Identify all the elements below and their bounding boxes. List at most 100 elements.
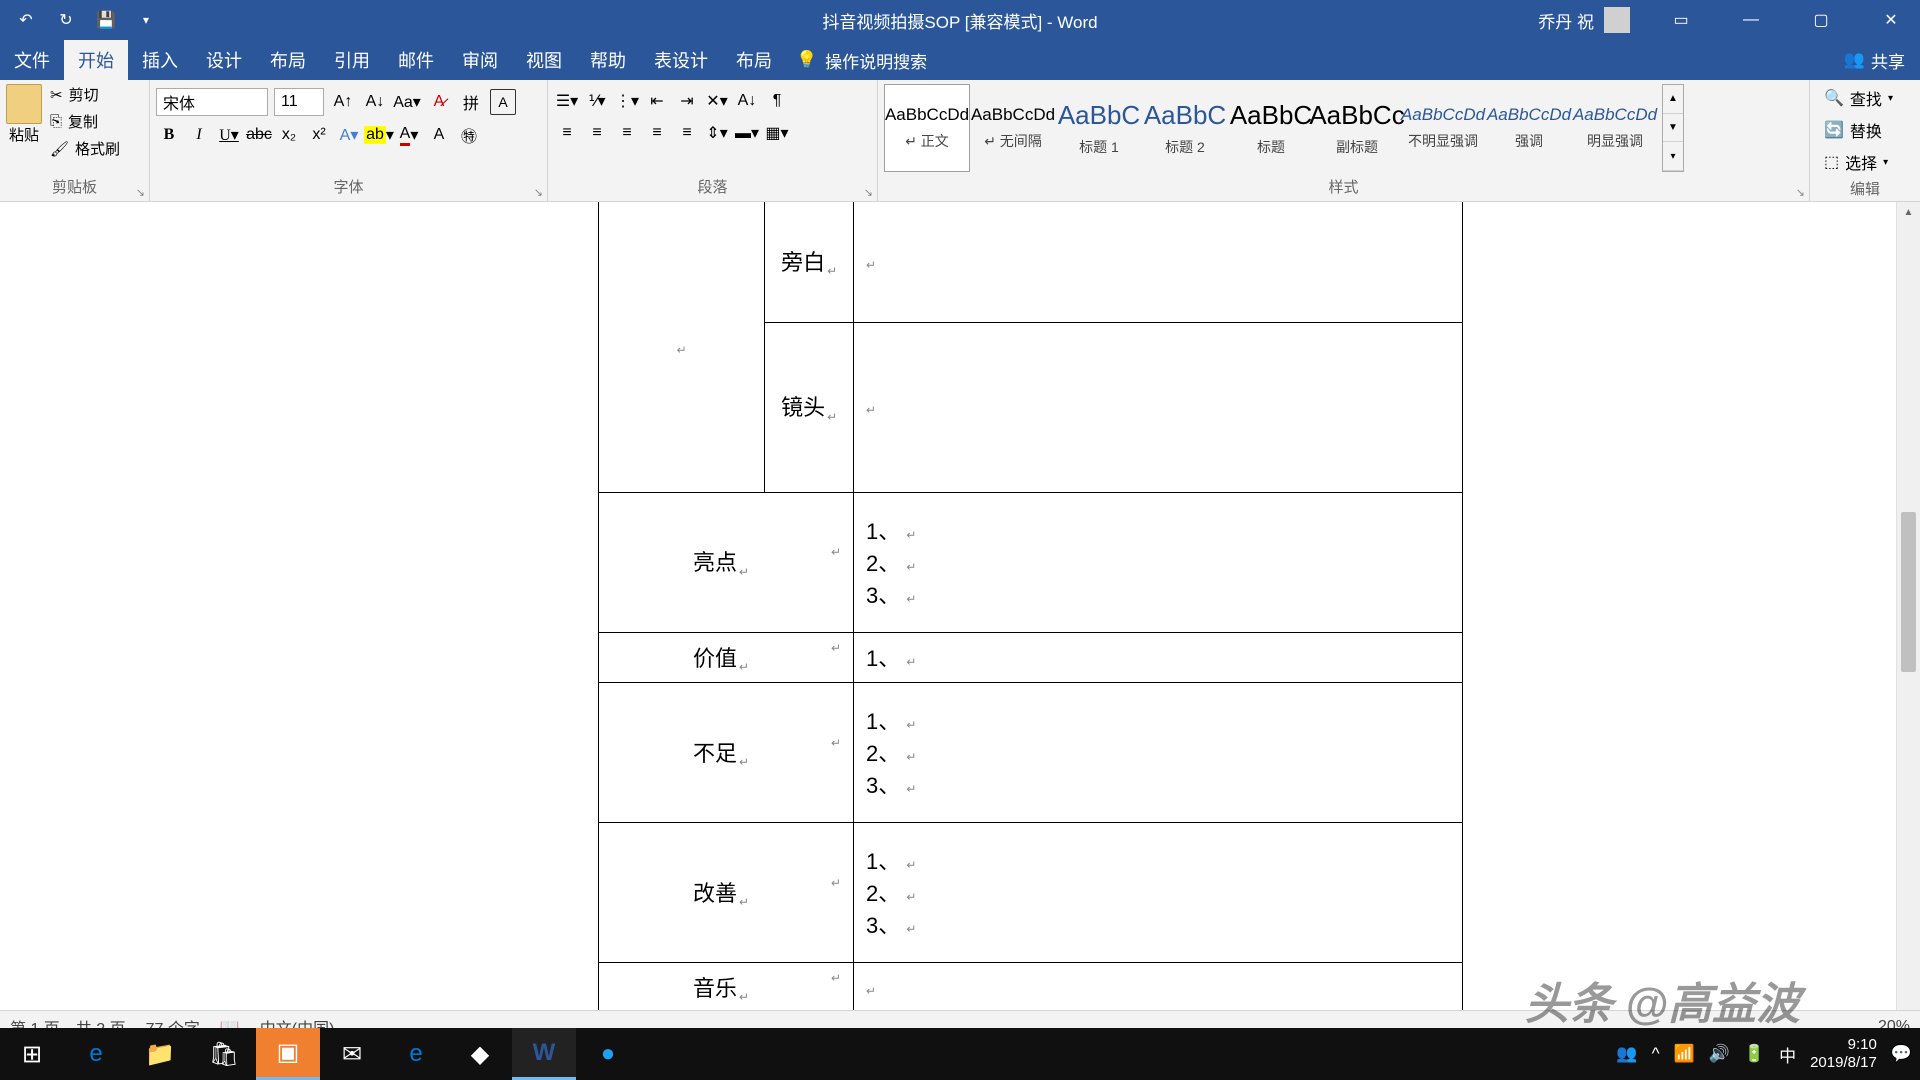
minimize-button[interactable]: ― bbox=[1722, 0, 1780, 40]
tab-file[interactable]: 文件 bbox=[0, 40, 64, 80]
increase-indent-button[interactable]: ⇥ bbox=[674, 88, 700, 114]
text-effects-button[interactable]: A▾ bbox=[336, 122, 362, 148]
sort-button[interactable]: A↓ bbox=[734, 88, 760, 114]
tab-insert[interactable]: 插入 bbox=[128, 40, 192, 80]
multilevel-button[interactable]: ⋮▾ bbox=[614, 88, 640, 114]
distributed-button[interactable]: ≡ bbox=[674, 120, 700, 146]
taskbar-app1[interactable]: ▣ bbox=[256, 1028, 320, 1080]
battery-icon[interactable]: 🔋 bbox=[1744, 1044, 1765, 1064]
user-account[interactable]: 乔丹 祝 bbox=[1538, 7, 1640, 33]
volume-icon[interactable]: 🔊 bbox=[1709, 1044, 1730, 1064]
style-标题 1[interactable]: AaBbC标题 1 bbox=[1056, 84, 1142, 172]
char-shading-button[interactable]: A bbox=[426, 122, 452, 148]
tray-chevron-icon[interactable]: ^ bbox=[1652, 1044, 1660, 1064]
taskbar-clock[interactable]: 9:10 2019/8/17 bbox=[1810, 1036, 1877, 1072]
styles-launcher[interactable]: ↘ bbox=[1796, 186, 1805, 199]
taskbar-app2[interactable]: ◆ bbox=[448, 1028, 512, 1080]
phonetic-guide-button[interactable]: 拼 bbox=[458, 89, 484, 115]
style-强调[interactable]: AaBbCcDd强调 bbox=[1486, 84, 1572, 172]
find-button[interactable]: 🔍查找▾ bbox=[1824, 86, 1893, 110]
document-area[interactable]: ↵ 旁白↵ ↵ 镜头↵ ↵ 亮点↵↵ 1、 ↵2、 ↵3、 ↵ 价值↵↵ 1、 … bbox=[0, 202, 1896, 1042]
align-left-button[interactable]: ≡ bbox=[554, 120, 580, 146]
paragraph-launcher[interactable]: ↘ bbox=[864, 186, 873, 199]
tab-view[interactable]: 视图 bbox=[512, 40, 576, 80]
wifi-icon[interactable]: 📶 bbox=[1674, 1044, 1695, 1064]
tab-mailings[interactable]: 邮件 bbox=[384, 40, 448, 80]
style-不明显强调[interactable]: AaBbCcDd不明显强调 bbox=[1400, 84, 1486, 172]
tab-home[interactable]: 开始 bbox=[64, 40, 128, 80]
italic-button[interactable]: I bbox=[186, 122, 212, 148]
subscript-button[interactable]: x₂ bbox=[276, 122, 302, 148]
ime-indicator[interactable]: 中 bbox=[1779, 1042, 1796, 1067]
bullets-button[interactable]: ☰▾ bbox=[554, 88, 580, 114]
style-↵ 正文[interactable]: AaBbCcDd↵ 正文 bbox=[884, 84, 970, 172]
strikethrough-button[interactable]: abc bbox=[246, 122, 272, 148]
change-case-button[interactable]: Aa▾ bbox=[394, 89, 420, 115]
people-icon[interactable]: 👥 bbox=[1616, 1044, 1637, 1064]
tab-layout[interactable]: 布局 bbox=[256, 40, 320, 80]
tell-me-search[interactable]: 💡 操作说明搜索 bbox=[796, 48, 927, 73]
undo-button[interactable]: ↶ bbox=[15, 9, 37, 31]
font-launcher[interactable]: ↘ bbox=[534, 186, 543, 199]
save-button[interactable]: 💾 bbox=[95, 9, 117, 31]
char-border-button[interactable]: A bbox=[490, 89, 516, 115]
tab-table-design[interactable]: 表设计 bbox=[640, 40, 722, 80]
style-标题 2[interactable]: AaBbC标题 2 bbox=[1142, 84, 1228, 172]
clear-formatting-button[interactable]: A̷ bbox=[426, 89, 452, 115]
ribbon-options-button[interactable]: ▭ bbox=[1652, 0, 1710, 40]
cut-button[interactable]: ✂剪切 bbox=[50, 84, 120, 105]
grow-font-button[interactable]: A↑ bbox=[330, 89, 356, 115]
taskbar-edge[interactable]: e bbox=[64, 1028, 128, 1080]
superscript-button[interactable]: x² bbox=[306, 122, 332, 148]
styles-gallery[interactable]: AaBbCcDd↵ 正文AaBbCcDd↵ 无间隔AaBbC标题 1AaBbC标… bbox=[884, 84, 1684, 172]
underline-button[interactable]: U▾ bbox=[216, 122, 242, 148]
clipboard-launcher[interactable]: ↘ bbox=[136, 186, 145, 199]
font-size-combo[interactable] bbox=[274, 88, 324, 116]
taskbar-store[interactable]: 🛍 bbox=[192, 1028, 256, 1080]
replace-button[interactable]: 🔄替换 bbox=[1824, 118, 1893, 142]
borders-button[interactable]: ▦▾ bbox=[764, 120, 790, 146]
select-button[interactable]: ⬚选择▾ bbox=[1824, 150, 1893, 174]
tab-help[interactable]: 帮助 bbox=[576, 40, 640, 80]
redo-button[interactable]: ↻ bbox=[55, 9, 77, 31]
taskbar-word[interactable]: W bbox=[512, 1028, 576, 1080]
font-color-button[interactable]: A▾ bbox=[396, 122, 422, 148]
share-button[interactable]: 👥 共享 bbox=[1844, 48, 1905, 73]
notifications-icon[interactable]: 💬 bbox=[1891, 1044, 1912, 1064]
start-button[interactable]: ⊞ bbox=[0, 1028, 64, 1080]
styles-more-button[interactable]: ▲▼▾ bbox=[1662, 84, 1684, 172]
style-副标题[interactable]: AaBbCc副标题 bbox=[1314, 84, 1400, 172]
shrink-font-button[interactable]: A↓ bbox=[362, 89, 388, 115]
close-button[interactable]: ✕ bbox=[1862, 0, 1920, 40]
scroll-thumb[interactable] bbox=[1901, 512, 1916, 672]
taskbar-ie[interactable]: e bbox=[384, 1028, 448, 1080]
align-right-button[interactable]: ≡ bbox=[614, 120, 640, 146]
paste-button[interactable]: 粘贴 bbox=[6, 84, 42, 145]
format-painter-button[interactable]: 🖌格式刷 bbox=[50, 138, 120, 159]
vertical-scrollbar[interactable]: ▲ ▼ bbox=[1896, 202, 1920, 1042]
style-↵ 无间隔[interactable]: AaBbCcDd↵ 无间隔 bbox=[970, 84, 1056, 172]
justify-button[interactable]: ≡ bbox=[644, 120, 670, 146]
content-table[interactable]: ↵ 旁白↵ ↵ 镜头↵ ↵ 亮点↵↵ 1、 ↵2、 ↵3、 ↵ 价值↵↵ 1、 … bbox=[598, 202, 1463, 1012]
font-name-combo[interactable] bbox=[156, 88, 268, 116]
asian-layout-button[interactable]: ✕▾ bbox=[704, 88, 730, 114]
decrease-indent-button[interactable]: ⇤ bbox=[644, 88, 670, 114]
taskbar-explorer[interactable]: 📁 bbox=[128, 1028, 192, 1080]
style-标题[interactable]: AaBbC标题 bbox=[1228, 84, 1314, 172]
maximize-button[interactable]: ▢ bbox=[1792, 0, 1850, 40]
line-spacing-button[interactable]: ⇕▾ bbox=[704, 120, 730, 146]
bold-button[interactable]: B bbox=[156, 122, 182, 148]
tab-references[interactable]: 引用 bbox=[320, 40, 384, 80]
tab-design[interactable]: 设计 bbox=[192, 40, 256, 80]
style-明显强调[interactable]: AaBbCcDd明显强调 bbox=[1572, 84, 1658, 172]
enclose-char-button[interactable]: ㊕ bbox=[456, 122, 482, 148]
taskbar-app3[interactable]: ● bbox=[576, 1028, 640, 1080]
align-center-button[interactable]: ≡ bbox=[584, 120, 610, 146]
show-marks-button[interactable]: ¶ bbox=[764, 88, 790, 114]
tab-review[interactable]: 审阅 bbox=[448, 40, 512, 80]
qat-customize[interactable]: ▾ bbox=[135, 9, 157, 31]
highlight-button[interactable]: ab▾ bbox=[366, 122, 392, 148]
numbering-button[interactable]: ⅟▾ bbox=[584, 88, 610, 114]
shading-button[interactable]: ▬▾ bbox=[734, 120, 760, 146]
copy-button[interactable]: ⎘复制 bbox=[50, 111, 120, 132]
